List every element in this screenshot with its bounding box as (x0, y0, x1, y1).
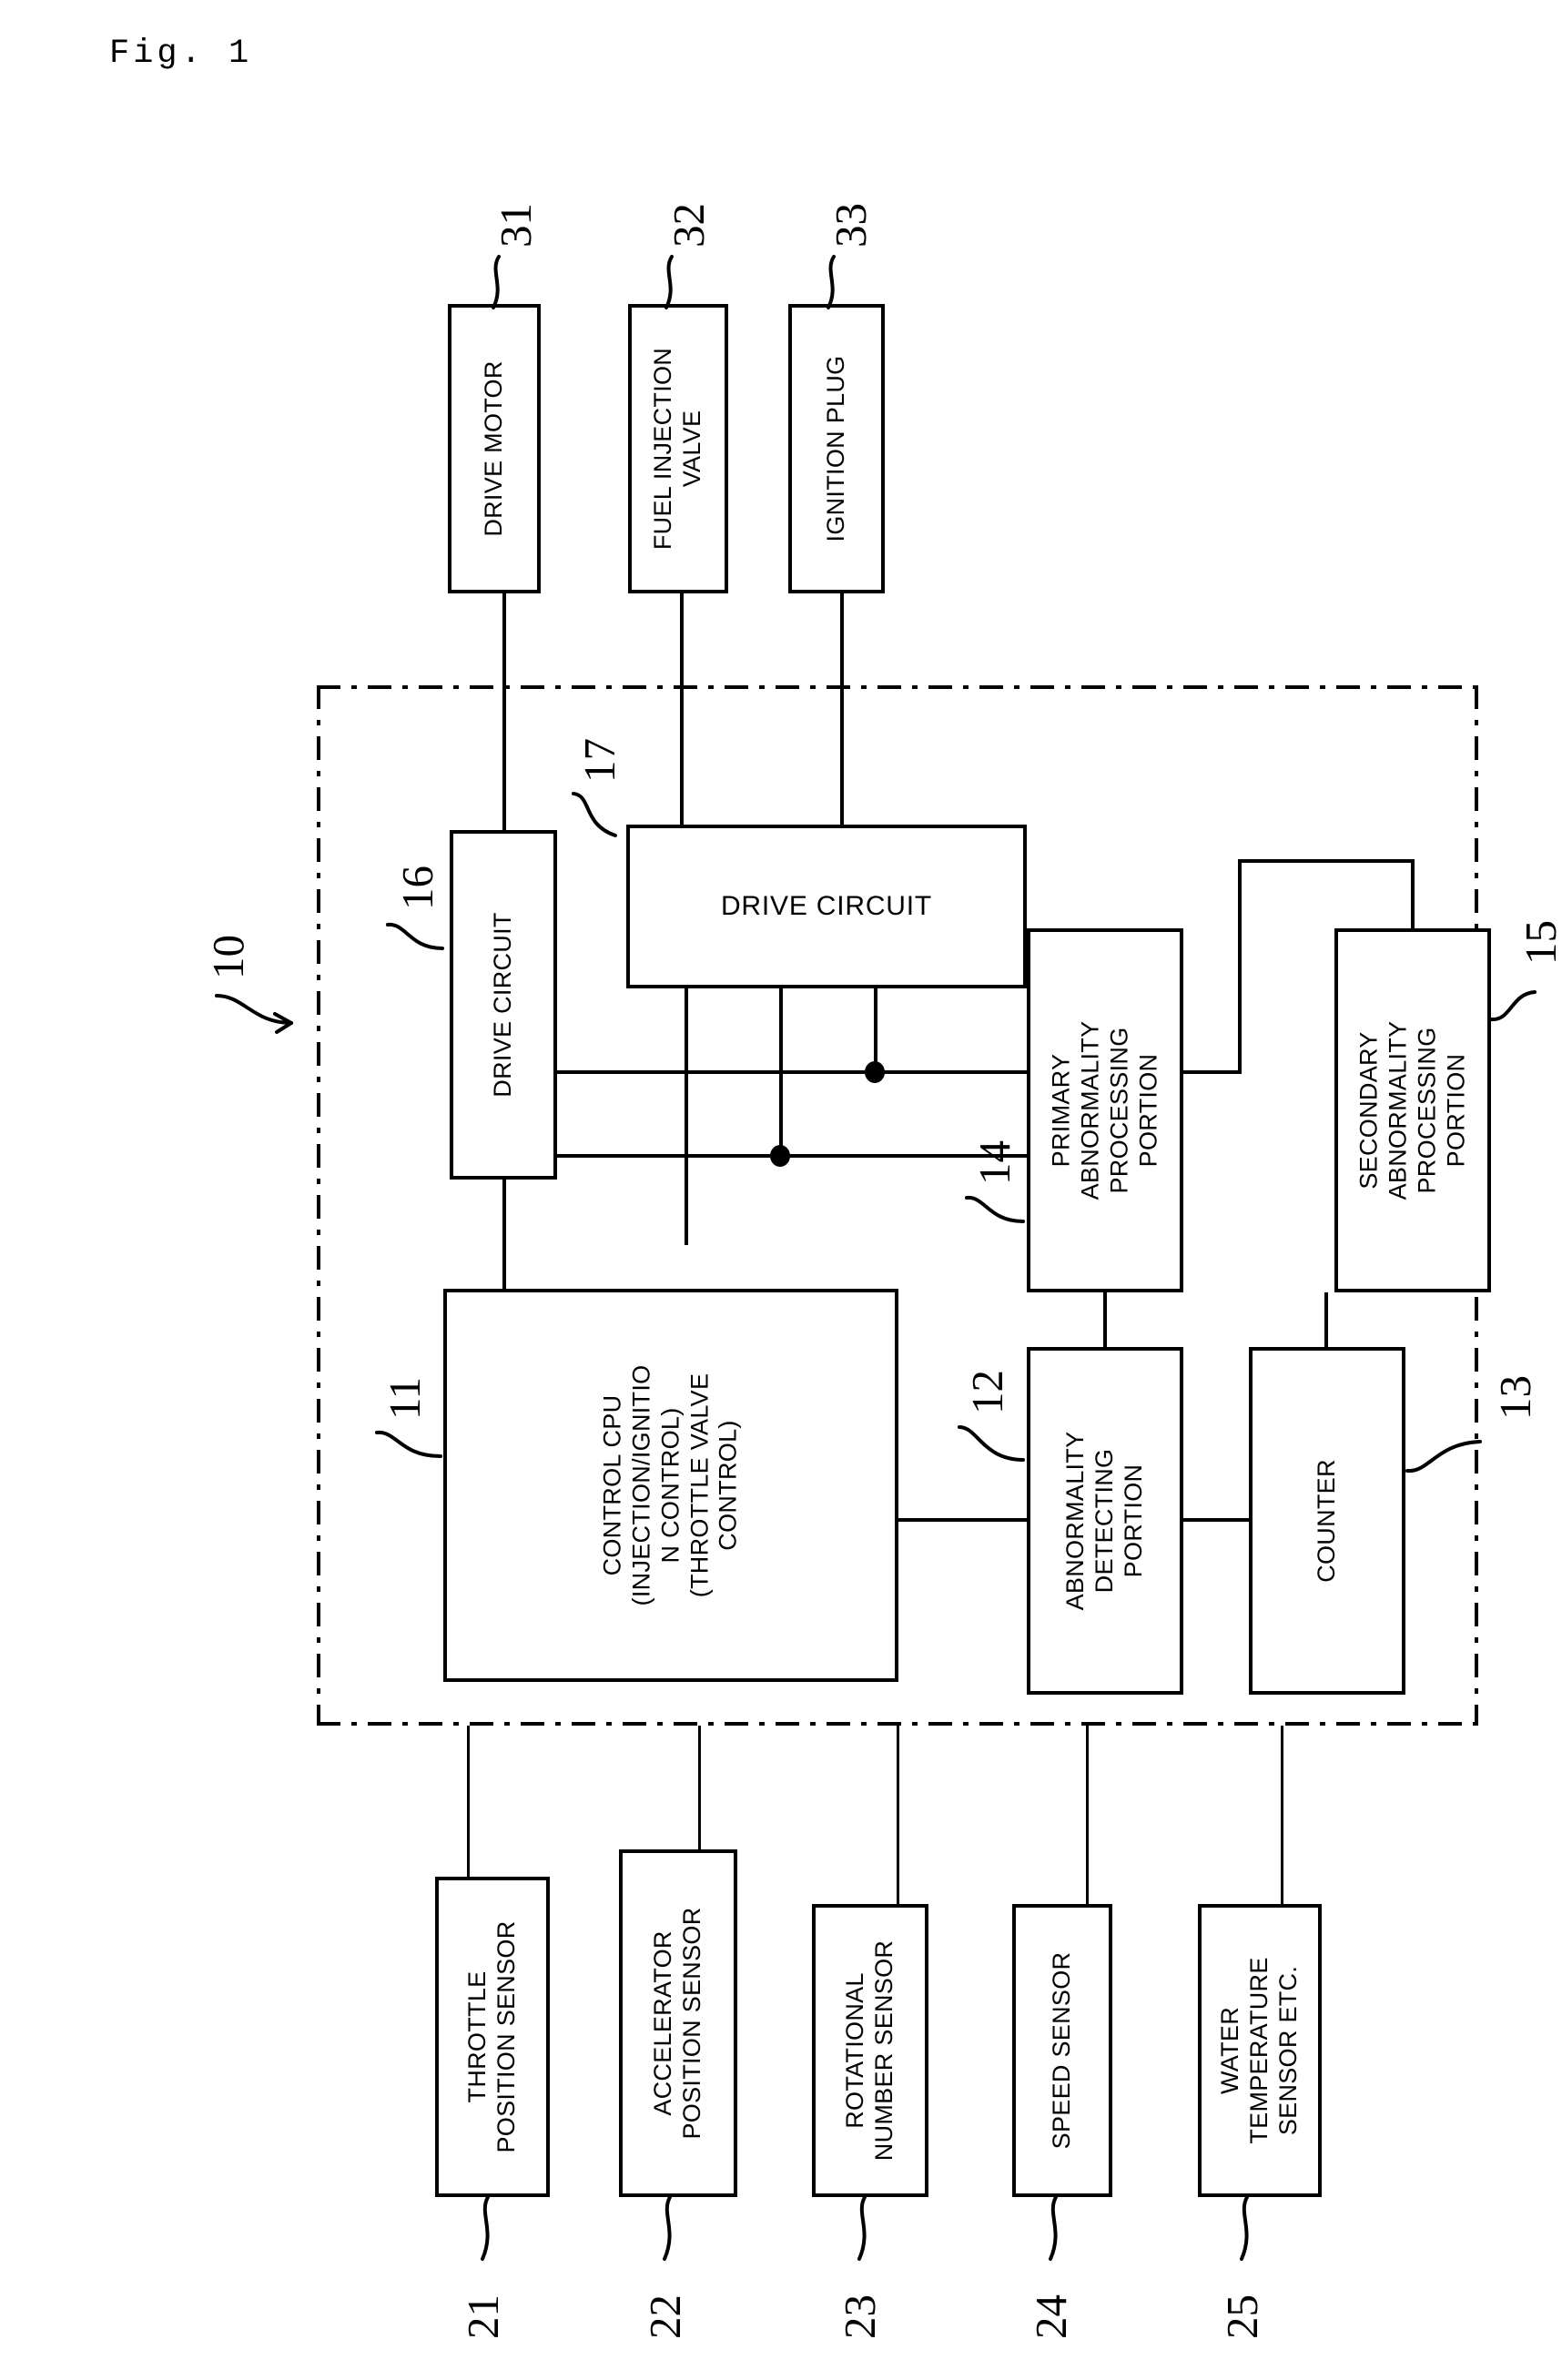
block-primary-abnormality-processing: PRIMARY ABNORMALITY PROCESSING PORTION (1027, 928, 1183, 1292)
leader-line-16 (386, 922, 444, 950)
block-control-cpu: CONTROL CPU (INJECTION/IGNITIO N CONTROL… (443, 1289, 898, 1682)
wire-cpu-to-abnormality-detecting (898, 1518, 1027, 1522)
block-drive-motor: DRIVE MOTOR (448, 304, 541, 593)
block-drive-circuit-16-label: DRIVE CIRCUIT (489, 912, 517, 1098)
leader-line-31 (492, 255, 501, 309)
block-secondary-abnormality-processing-label: SECONDARY ABNORMALITY PROCESSING PORTION (1354, 1020, 1469, 1200)
figure-page: Fig. 1 10 DRIVE MOTOR 31 FUEL INJECTION … (0, 0, 1562, 2380)
block-throttle-position-sensor-label: THROTTLE POSITION SENSOR (463, 1920, 520, 2153)
leader-line-21 (481, 2195, 490, 2261)
wire-accelerator-sensor-to-ecu (698, 1726, 701, 1849)
block-rotational-number-sensor: ROTATIONAL NUMBER SENSOR (812, 1904, 928, 2197)
leader-line-23 (857, 2195, 867, 2261)
wire-drive-motor-to-drive-circuit-16 (502, 593, 506, 832)
leader-line-22 (663, 2195, 672, 2261)
wire-abnormality-detecting-to-counter (1183, 1518, 1249, 1522)
junction-dot-upper (865, 1061, 885, 1083)
wire-bus-upper-riser (1238, 859, 1242, 1074)
ref-label-25: 25 (1217, 2294, 1267, 2339)
ref-label-12: 12 (962, 1370, 1012, 1414)
block-water-temperature-sensor-label: WATER TEMPERATURE SENSOR ETC. (1216, 1957, 1302, 2144)
wire-speed-sensor-to-ecu (1086, 1726, 1089, 1904)
ref-label-11: 11 (380, 1376, 430, 1420)
leader-line-13 (1405, 1440, 1482, 1474)
block-secondary-abnormality-processing: SECONDARY ABNORMALITY PROCESSING PORTION (1334, 928, 1491, 1292)
ref-label-23: 23 (835, 2294, 885, 2339)
leader-line-12 (958, 1425, 1025, 1462)
wire-bus-upper-to-block15 (1238, 859, 1415, 863)
block-ignition-plug-label: IGNITION PLUG (822, 355, 850, 542)
ref-label-13: 13 (1490, 1375, 1540, 1420)
wire-ignition-plug-to-drive-circuit-17 (840, 593, 844, 825)
wire-water-temp-sensor-to-ecu (1281, 1726, 1283, 1904)
leader-line-15 (1489, 990, 1537, 1022)
figure-caption: Fig. 1 (109, 35, 253, 73)
ref-label-17: 17 (574, 738, 624, 783)
block-counter: COUNTER (1249, 1347, 1405, 1695)
leader-line-24 (1049, 2195, 1058, 2261)
block-drive-circuit-16: DRIVE CIRCUIT (450, 830, 557, 1180)
wire-into-block15-top (1411, 859, 1415, 928)
leader-line-17 (572, 792, 617, 837)
block-drive-motor-label: DRIVE MOTOR (480, 360, 508, 537)
wire-fuel-valve-to-drive-circuit-17 (680, 593, 684, 825)
block-speed-sensor: SPEED SENSOR (1012, 1904, 1112, 2197)
block-water-temperature-sensor: WATER TEMPERATURE SENSOR ETC. (1198, 1904, 1322, 2197)
block-control-cpu-label: CONTROL CPU (INJECTION/IGNITIO N CONTROL… (598, 1364, 742, 1606)
wire-dc17-drop-1 (685, 988, 688, 1245)
leader-line-33 (827, 255, 836, 309)
block-throttle-position-sensor: THROTTLE POSITION SENSOR (435, 1877, 550, 2197)
block-counter-label: COUNTER (1313, 1459, 1341, 1583)
wire-rotational-sensor-to-ecu (897, 1726, 899, 1904)
ref-label-22: 22 (640, 2294, 690, 2339)
ref-label-33: 33 (826, 203, 876, 248)
ref-label-21: 21 (458, 2294, 508, 2339)
wire-throttle-sensor-to-ecu (467, 1726, 470, 1877)
ref-label-15: 15 (1516, 920, 1562, 965)
junction-dot-lower (770, 1145, 790, 1167)
ref-label-24: 24 (1026, 2294, 1076, 2339)
leader-line-32 (664, 255, 674, 309)
block-ignition-plug: IGNITION PLUG (788, 304, 885, 593)
block-fuel-injection-valve: FUEL INJECTION VALVE (628, 304, 728, 593)
leader-line-10 (215, 994, 293, 1034)
block-drive-circuit-17: DRIVE CIRCUIT (626, 825, 1027, 988)
wire-dc16-to-cpu (502, 1180, 506, 1289)
ref-label-10: 10 (203, 935, 253, 979)
block-accelerator-position-sensor-label: ACCELERATOR POSITION SENSOR (649, 1907, 705, 2140)
block-accelerator-position-sensor: ACCELERATOR POSITION SENSOR (619, 1849, 737, 2197)
block-abnormality-detecting-portion-label: ABNORMALITY DETECTING PORTION (1061, 1431, 1147, 1611)
block-rotational-number-sensor-label: ROTATIONAL NUMBER SENSOR (841, 1939, 898, 2162)
block-drive-circuit-17-label: DRIVE CIRCUIT (720, 891, 933, 921)
wire-block15-to-block13 (1324, 1292, 1328, 1347)
block-primary-abnormality-processing-label: PRIMARY ABNORMALITY PROCESSING PORTION (1047, 1020, 1161, 1200)
block-abnormality-detecting-portion: ABNORMALITY DETECTING PORTION (1027, 1347, 1183, 1695)
ref-label-14: 14 (969, 1140, 1019, 1185)
ref-label-16: 16 (392, 866, 442, 910)
block-fuel-injection-valve-label: FUEL INJECTION VALVE (649, 347, 705, 551)
ref-label-32: 32 (664, 203, 714, 248)
leader-line-14 (965, 1195, 1025, 1223)
ref-label-31: 31 (491, 203, 541, 248)
wire-dc17-drop-2 (779, 988, 783, 1161)
leader-line-25 (1240, 2195, 1249, 2261)
wire-block14-to-block12 (1103, 1292, 1107, 1347)
block-speed-sensor-label: SPEED SENSOR (1048, 1951, 1076, 2150)
leader-line-11 (375, 1430, 442, 1458)
